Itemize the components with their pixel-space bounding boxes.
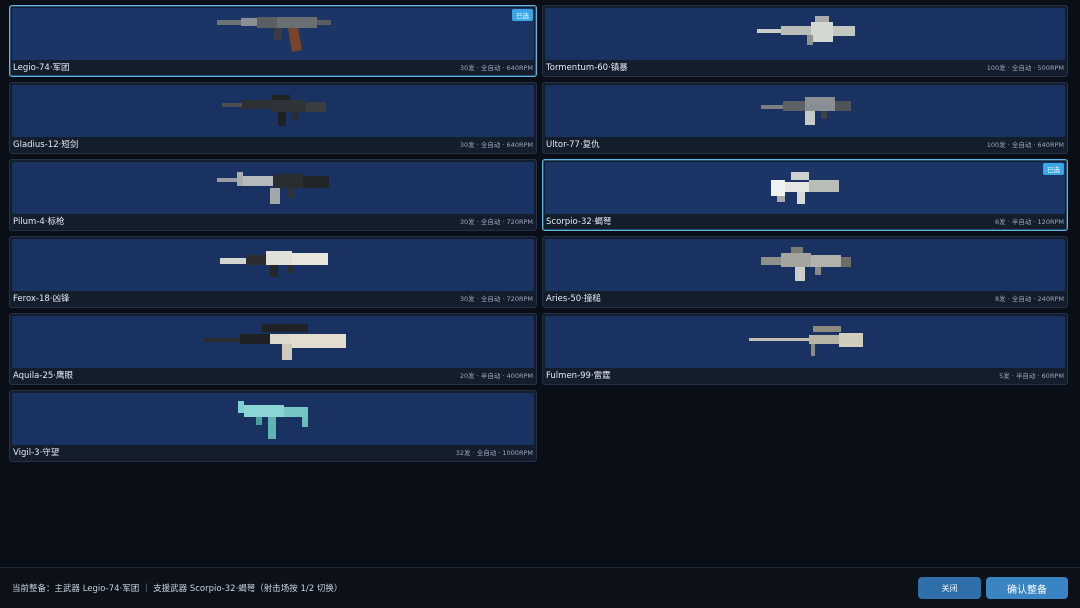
assault-rifle-icon	[217, 17, 331, 52]
shotgun-icon	[761, 247, 851, 281]
loadout-footer: 当前整备：主武器 Legio-74·军团 ｜ 支援武器 Scorpio-32·蝎…	[0, 567, 1080, 608]
weapon-name: Pilum-4·标枪	[13, 217, 65, 227]
weapon-preview	[545, 85, 1065, 137]
weapon-name: Tormentum-60·镇暴	[546, 63, 628, 73]
weapon-stats: 30发 · 全自动 · 640RPM	[459, 141, 533, 149]
weapon-preview	[12, 316, 534, 368]
weapon-card-tormentum-60[interactable]: Tormentum-60·镇暴 100发 · 全自动 · 500RPM	[542, 5, 1068, 77]
weapon-name: Ultor-77·复仇	[546, 140, 600, 150]
weapon-card-gladius-12[interactable]: Gladius-12·短剑 30发 · 全自动 · 640RPM	[9, 82, 537, 154]
weapon-stats: 30发 · 全自动 · 720RPM	[459, 295, 533, 303]
grenade-launcher-icon	[771, 172, 839, 204]
sniper-rifle-icon	[749, 326, 863, 356]
weapon-grid: 已选 Legio-74·军团 30发 · 全自动 · 640RPM Tormen…	[9, 5, 1069, 462]
weapon-preview	[545, 239, 1065, 291]
weapon-preview	[12, 239, 534, 291]
weapon-stats: 6发 · 半自动 · 120RPM	[995, 218, 1064, 226]
weapon-stats: 30发 · 全自动 · 720RPM	[459, 218, 533, 226]
weapon-name: Fulmen-99·雷霆	[546, 371, 611, 381]
weapon-card-pilum-4[interactable]: Pilum-4·标枪 30发 · 全自动 · 720RPM	[9, 159, 537, 231]
carbine-icon	[222, 95, 326, 126]
selected-badge: 已选	[512, 9, 533, 21]
weapon-name: Legio-74·军团	[13, 63, 70, 73]
weapon-preview	[545, 162, 1065, 214]
weapon-preview	[12, 393, 534, 445]
m4-rifle-icon	[217, 172, 329, 204]
weapon-stats: 20发 · 半自动 · 400RPM	[459, 372, 533, 380]
weapon-card-fulmen-99[interactable]: Fulmen-99·雷霆 5发 · 半自动 · 60RPM	[542, 313, 1068, 385]
lmg-icon	[761, 97, 851, 125]
weapon-name: Gladius-12·短剑	[13, 140, 79, 150]
weapon-card-aries-50[interactable]: Aries-50·撞槌 8发 · 全自动 · 240RPM	[542, 236, 1068, 308]
weapon-card-aquila-25[interactable]: Aquila-25·鹰眼 20发 · 半自动 · 400RPM	[9, 313, 537, 385]
weapon-stats: 32发 · 全自动 · 1000RPM	[455, 449, 533, 457]
confirm-loadout-button[interactable]: 确认整备	[986, 577, 1068, 599]
weapon-stats: 100发 · 全自动 · 640RPM	[986, 141, 1064, 149]
weapon-card-vigil-3[interactable]: Vigil-3·守望 32发 · 全自动 · 1000RPM	[9, 390, 537, 462]
weapon-card-ferox-18[interactable]: Ferox-18·凶锋 30发 · 全自动 · 720RPM	[9, 236, 537, 308]
weapon-preview	[545, 8, 1065, 60]
machine-gun-icon	[757, 16, 855, 45]
dmr-icon	[204, 324, 346, 360]
weapon-card-ultor-77[interactable]: Ultor-77·复仇 100发 · 全自动 · 640RPM	[542, 82, 1068, 154]
selected-badge: 已选	[1043, 163, 1064, 175]
smg-icon	[238, 401, 308, 439]
weapon-preview	[12, 8, 534, 60]
weapon-name: Ferox-18·凶锋	[13, 294, 70, 304]
suppressed-rifle-icon	[220, 251, 328, 277]
weapon-name: Aries-50·撞槌	[546, 294, 601, 304]
weapon-stats: 100发 · 全自动 · 500RPM	[986, 64, 1064, 72]
weapon-preview	[12, 162, 534, 214]
weapon-preview	[545, 316, 1065, 368]
weapon-stats: 5发 · 半自动 · 60RPM	[999, 372, 1064, 380]
weapon-card-legio-74[interactable]: 已选 Legio-74·军团 30发 · 全自动 · 640RPM	[9, 5, 537, 77]
weapon-stats: 30发 · 全自动 · 640RPM	[459, 64, 533, 72]
close-button[interactable]: 关闭	[918, 577, 981, 599]
weapon-name: Vigil-3·守望	[13, 448, 60, 458]
weapon-name: Aquila-25·鹰眼	[13, 371, 73, 381]
weapon-name: Scorpio-32·蝎弩	[546, 217, 612, 227]
weapon-preview	[12, 85, 534, 137]
weapon-card-scorpio-32[interactable]: 已选 Scorpio-32·蝎弩 6发 · 半自动 · 120RPM	[542, 159, 1068, 231]
weapon-stats: 8发 · 全自动 · 240RPM	[995, 295, 1064, 303]
loadout-summary: 当前整备：主武器 Legio-74·军团 ｜ 支援武器 Scorpio-32·蝎…	[12, 584, 343, 594]
